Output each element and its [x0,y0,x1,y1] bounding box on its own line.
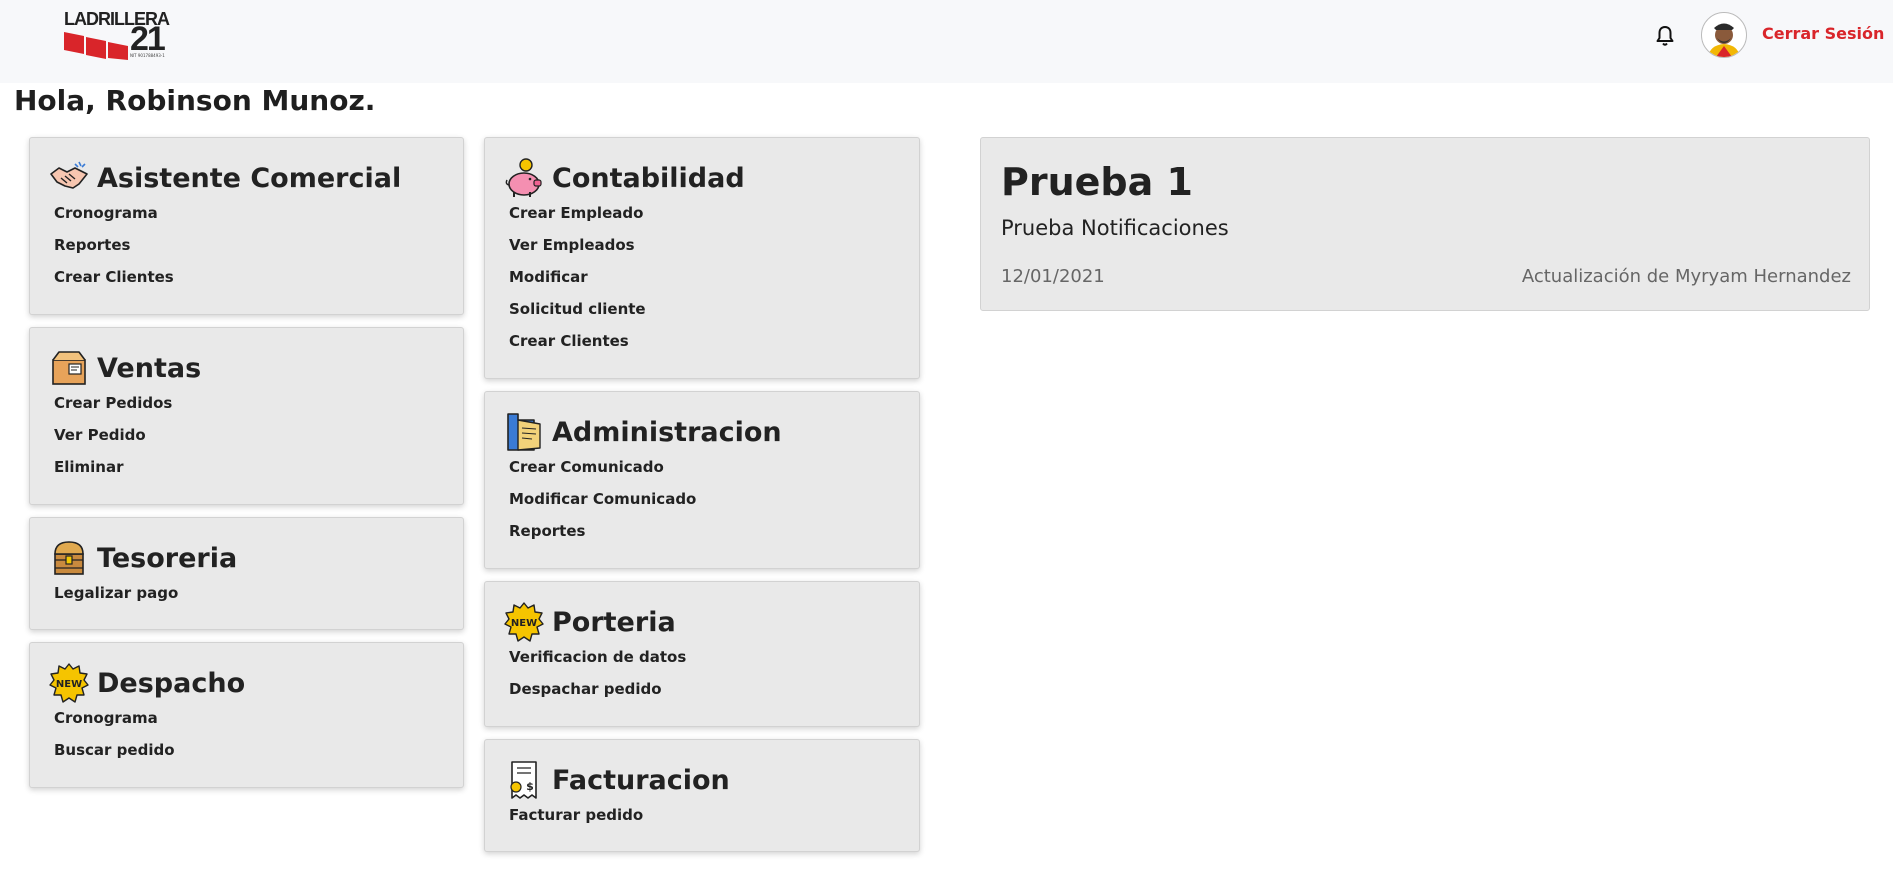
link-buscar-pedido[interactable]: Buscar pedido [54,739,175,771]
module-title: Despacho [97,667,246,699]
module-title: Administracion [552,416,782,448]
module-card-despacho: NEW Despacho Cronograma Buscar pedido [29,642,464,788]
notification-subtitle: Prueba Notificaciones [1001,216,1229,240]
box-icon [52,351,86,385]
link-ver-pedido[interactable]: Ver Pedido [54,424,172,456]
link-cronograma[interactable]: Cronograma [54,707,175,739]
link-reportes[interactable]: Reportes [509,520,696,552]
link-crear-pedidos[interactable]: Crear Pedidos [54,392,172,424]
module-card-tesoreria: Tesoreria Legalizar pago [29,517,464,630]
link-solicitud-cliente[interactable]: Solicitud cliente [509,298,646,330]
link-facturar-pedido[interactable]: Facturar pedido [509,804,643,836]
link-eliminar[interactable]: Eliminar [54,456,172,488]
bell-icon[interactable] [1653,24,1677,48]
svg-text:NEW: NEW [56,679,82,690]
link-ver-empleados[interactable]: Ver Empleados [509,234,646,266]
link-legalizar-pago[interactable]: Legalizar pago [54,582,178,614]
module-title: Asistente Comercial [97,162,402,194]
module-title: Porteria [552,606,676,638]
module-title: Tesoreria [97,542,238,574]
module-card-administracion: Administracion Crear Comunicado Modifica… [484,391,920,569]
new-badge-icon: NEW [504,602,544,642]
link-crear-empleado[interactable]: Crear Empleado [509,202,646,234]
module-card-contabilidad: Contabilidad Crear Empleado Ver Empleado… [484,137,920,379]
notification-date: 12/01/2021 [1001,266,1105,287]
notification-title: Prueba 1 [1001,160,1193,204]
notification-card[interactable]: Prueba 1 Prueba Notificaciones 12/01/202… [980,137,1870,311]
module-title: Ventas [97,352,202,384]
module-card-facturacion: $ Facturacion Facturar pedido [484,739,920,852]
user-avatar[interactable] [1701,12,1747,58]
link-crear-clientes[interactable]: Crear Clientes [509,330,646,362]
greeting-title: Hola, Robinson Munoz. [14,84,376,117]
treasure-chest-icon [54,541,84,575]
piggy-bank-icon [505,158,542,197]
module-card-porteria: NEW Porteria Verificacion de datos Despa… [484,581,920,727]
logo-number: 21 [130,20,166,58]
link-crear-clientes[interactable]: Crear Clientes [54,266,174,298]
link-verificacion-datos[interactable]: Verificacion de datos [509,646,686,678]
link-despachar-pedido[interactable]: Despachar pedido [509,678,686,710]
notification-author: Actualización de Myryam Hernandez [1521,266,1851,287]
link-modificar-comunicado[interactable]: Modificar Comunicado [509,488,696,520]
logo-bricks-icon [64,32,128,60]
new-badge-icon: NEW [49,663,89,703]
folder-icon [507,413,541,451]
module-card-ventas: Ventas Crear Pedidos Ver Pedido Eliminar [29,327,464,505]
handshake-icon [50,161,88,189]
svg-text:NEW: NEW [511,618,537,629]
invoice-icon: $ [510,761,537,799]
module-title: Facturacion [552,764,730,796]
logout-link[interactable]: Cerrar Sesión [1762,24,1884,43]
link-reportes[interactable]: Reportes [54,234,174,266]
link-modificar[interactable]: Modificar [509,266,646,298]
company-logo[interactable]: LADRILLERA 21 NIT 901788493-1 [62,10,170,60]
logo-subtext: NIT 901788493-1 [130,53,165,58]
svg-text:$: $ [526,780,534,793]
module-title: Contabilidad [552,162,745,194]
module-card-asistente-comercial: Asistente Comercial Cronograma Reportes … [29,137,464,315]
link-crear-comunicado[interactable]: Crear Comunicado [509,456,696,488]
link-cronograma[interactable]: Cronograma [54,202,174,234]
top-navbar: LADRILLERA 21 NIT 901788493-1 Cerrar Ses… [0,0,1893,83]
